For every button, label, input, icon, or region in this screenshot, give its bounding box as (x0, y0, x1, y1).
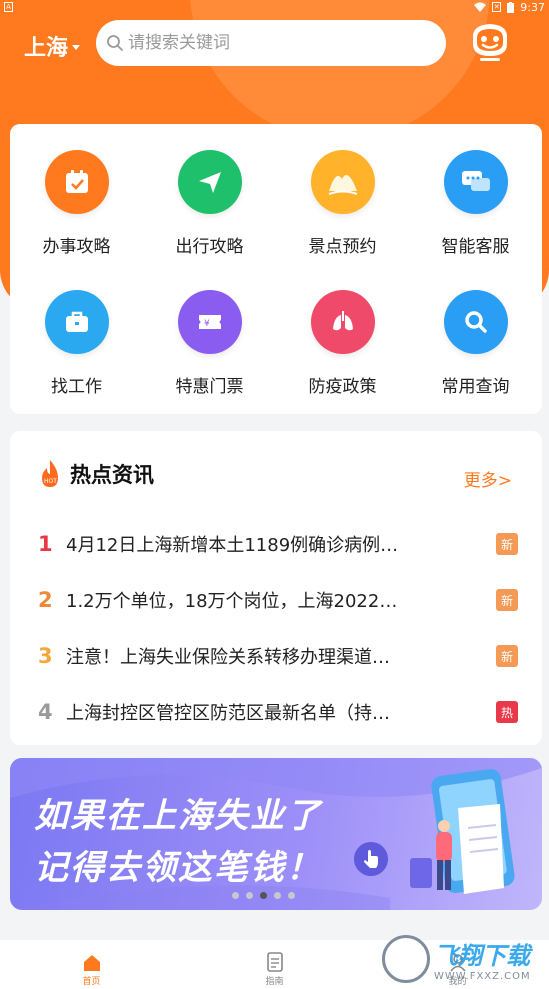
service-item-tickets[interactable]: ¥ 特惠门票 (143, 290, 276, 430)
nav-label: 指南 (265, 977, 284, 987)
service-item-travel[interactable]: 出行攻略 (143, 150, 276, 290)
news-headline: 注意！上海失业保险关系转移办理渠道… (66, 647, 390, 668)
service-label: 办事攻略 (42, 237, 111, 257)
tap-hand-icon (354, 842, 388, 876)
service-label: 景点预约 (308, 237, 377, 257)
watermark-title: 飞翔下载 (434, 942, 530, 970)
news-headline: 4月12日上海新增本土1189例确诊病例… (66, 535, 399, 556)
service-item-epidemic[interactable]: 防疫政策 (276, 290, 409, 430)
news-rank: 1 (38, 532, 53, 556)
status-bar: A ✕ 9:37 (0, 0, 549, 14)
service-label: 特惠门票 (175, 377, 244, 397)
more-link[interactable]: 更多> (464, 466, 512, 491)
news-item[interactable]: 1 4月12日上海新增本土1189例确诊病例… 新 (38, 516, 518, 572)
news-rank: 2 (38, 588, 53, 612)
service-item-jobs[interactable]: 找工作 (10, 290, 143, 430)
news-tag-new: 新 (496, 645, 518, 667)
svg-text:HOT: HOT (44, 478, 57, 485)
service-item-scenic[interactable]: 景点预约 (276, 150, 409, 290)
city-label: 上海 (24, 36, 69, 61)
chevron-down-icon (72, 44, 81, 50)
service-label: 找工作 (51, 377, 102, 397)
news-title: 热点资讯 (70, 463, 154, 487)
news-tag-new: 新 (496, 533, 518, 555)
document-icon (266, 952, 283, 972)
service-label: 智能客服 (441, 237, 510, 257)
page-dot-active[interactable] (260, 892, 267, 899)
briefcase-icon (44, 290, 109, 354)
search-input[interactable] (128, 33, 428, 53)
service-item-query[interactable]: 常用查询 (409, 290, 542, 430)
service-item-guide[interactable]: 办事攻略 (10, 150, 143, 290)
page-dot[interactable] (246, 892, 253, 899)
robot-assistant-icon[interactable] (468, 20, 512, 64)
news-rank: 4 (38, 700, 53, 724)
nav-tab-guide[interactable]: 指南 (215, 952, 335, 987)
news-tag-new: 新 (496, 589, 518, 611)
city-selector[interactable]: 上海 (24, 30, 81, 62)
watermark-logo (382, 935, 430, 983)
news-item[interactable]: 4 上海封控区管控区防范区最新名单（持… 热 (38, 684, 518, 740)
watermark-url: WWW.FXXZ.COM (434, 971, 531, 982)
no-sim-icon: ✕ (492, 2, 502, 12)
home-icon (83, 955, 100, 971)
nav-label: 首页 (82, 977, 101, 987)
mountain-icon (310, 150, 375, 214)
promo-banner[interactable]: 如果在上海失业了 记得去领这笔钱！ (10, 758, 542, 910)
news-item[interactable]: 3 注意！上海失业保险关系转移办理渠道… 新 (38, 628, 518, 684)
service-label: 常用查询 (441, 377, 510, 397)
hot-news-card: HOT 热点资讯 更多> 1 4月12日上海新增本土1189例确诊病例… 新 2… (10, 431, 542, 745)
chat-icon (443, 150, 508, 214)
lungs-icon (310, 290, 375, 354)
banner-line-2: 记得去领这笔钱！ (34, 848, 322, 888)
banner-pagination (232, 892, 295, 899)
svg-text:¥: ¥ (204, 319, 210, 329)
notification-icon: A (4, 2, 13, 12)
search-bar[interactable] (96, 20, 446, 66)
page-dot[interactable] (232, 892, 239, 899)
service-label: 防疫政策 (308, 377, 377, 397)
page-dot[interactable] (288, 892, 295, 899)
ticket-icon: ¥ (177, 290, 242, 354)
status-time: 9:37 (520, 0, 545, 14)
page-dot[interactable] (274, 892, 281, 899)
paper-plane-icon (177, 150, 242, 214)
service-item-support[interactable]: 智能客服 (409, 150, 542, 290)
search-icon (443, 290, 508, 354)
hot-flame-icon: HOT (42, 460, 58, 487)
service-label: 出行攻略 (175, 237, 244, 257)
watermark: 飞翔下载 WWW.FXXZ.COM (382, 930, 544, 988)
calendar-icon (44, 150, 109, 214)
news-header: HOT 热点资讯 (38, 459, 154, 489)
services-grid: 办事攻略 出行攻略 景点预约 智能客服 找工作 ¥ 特惠门票 防疫政策 常用查询 (10, 124, 542, 414)
wifi-icon (474, 2, 487, 12)
news-rank: 3 (38, 644, 53, 668)
phone-illustration (410, 768, 515, 894)
nav-tab-home[interactable]: 首页 (32, 954, 152, 987)
news-headline: 上海封控区管控区防范区最新名单（持… (66, 703, 390, 724)
news-item[interactable]: 2 1.2万个单位，18万个岗位，上海2022… 新 (38, 572, 518, 628)
news-headline: 1.2万个单位，18万个岗位，上海2022… (66, 591, 398, 612)
banner-line-1: 如果在上海失业了 (34, 796, 322, 836)
news-tag-hot: 热 (496, 701, 518, 723)
battery-icon (507, 1, 515, 13)
news-list: 1 4月12日上海新增本土1189例确诊病例… 新 2 1.2万个单位，18万个… (38, 516, 518, 740)
search-icon (107, 35, 123, 51)
